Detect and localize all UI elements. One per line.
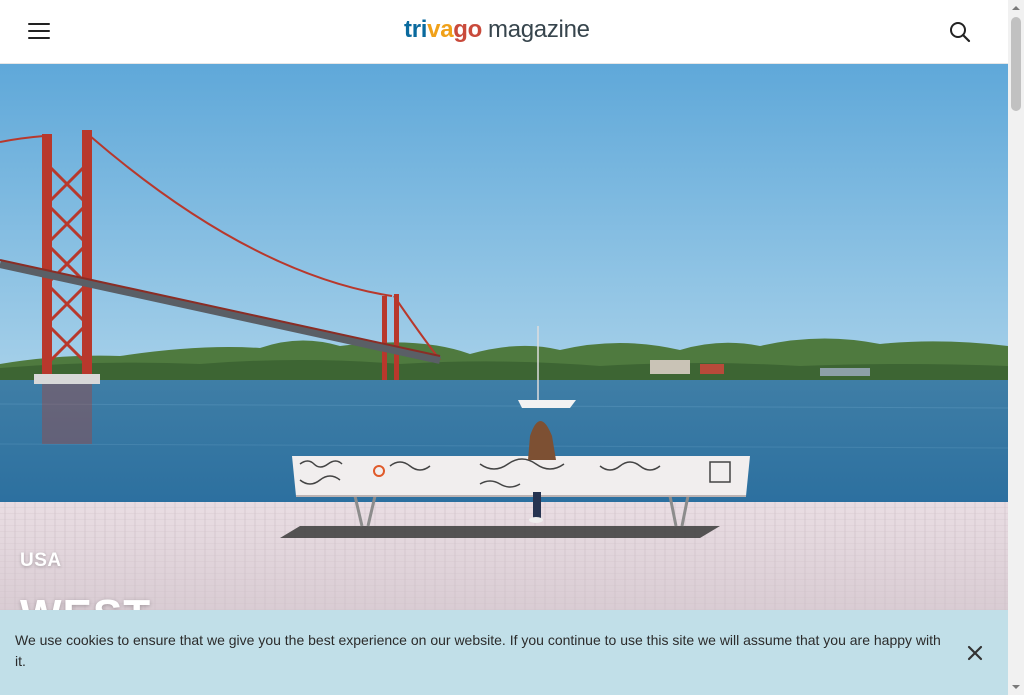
logo-letter: t xyxy=(404,16,412,43)
trivago-magazine-logo[interactable]: trivago magazine xyxy=(404,16,590,46)
scroll-down-arrow-icon[interactable] xyxy=(1008,679,1024,695)
top-navigation-bar: trivago magazine xyxy=(0,0,1008,64)
logo-letter: a xyxy=(440,16,454,43)
cookie-consent-banner: We use cookies to ensure that we give yo… xyxy=(0,610,1008,695)
logo-letter: v xyxy=(427,16,441,43)
hero-country-label[interactable]: USA xyxy=(20,550,62,572)
hero-photo-bridge-bench xyxy=(0,64,1008,610)
logo-letter: o xyxy=(467,16,483,43)
logo-letter: g xyxy=(453,16,468,43)
hamburger-menu-icon[interactable] xyxy=(28,22,50,40)
search-icon[interactable] xyxy=(948,20,972,44)
hero-title[interactable]: WEST xyxy=(20,591,151,610)
logo-brand-text: trivago xyxy=(404,16,482,44)
scrollbar-thumb[interactable] xyxy=(1011,17,1021,111)
scroll-up-arrow-icon[interactable] xyxy=(1008,0,1024,16)
close-icon[interactable] xyxy=(964,642,986,664)
cookie-banner-text: We use cookies to ensure that we give yo… xyxy=(15,632,941,669)
logo-suffix: magazine xyxy=(488,16,590,43)
hero-image[interactable]: USA WEST xyxy=(0,64,1008,610)
page-scrollbar[interactable] xyxy=(1008,0,1024,695)
logo-letter: r xyxy=(411,16,421,43)
